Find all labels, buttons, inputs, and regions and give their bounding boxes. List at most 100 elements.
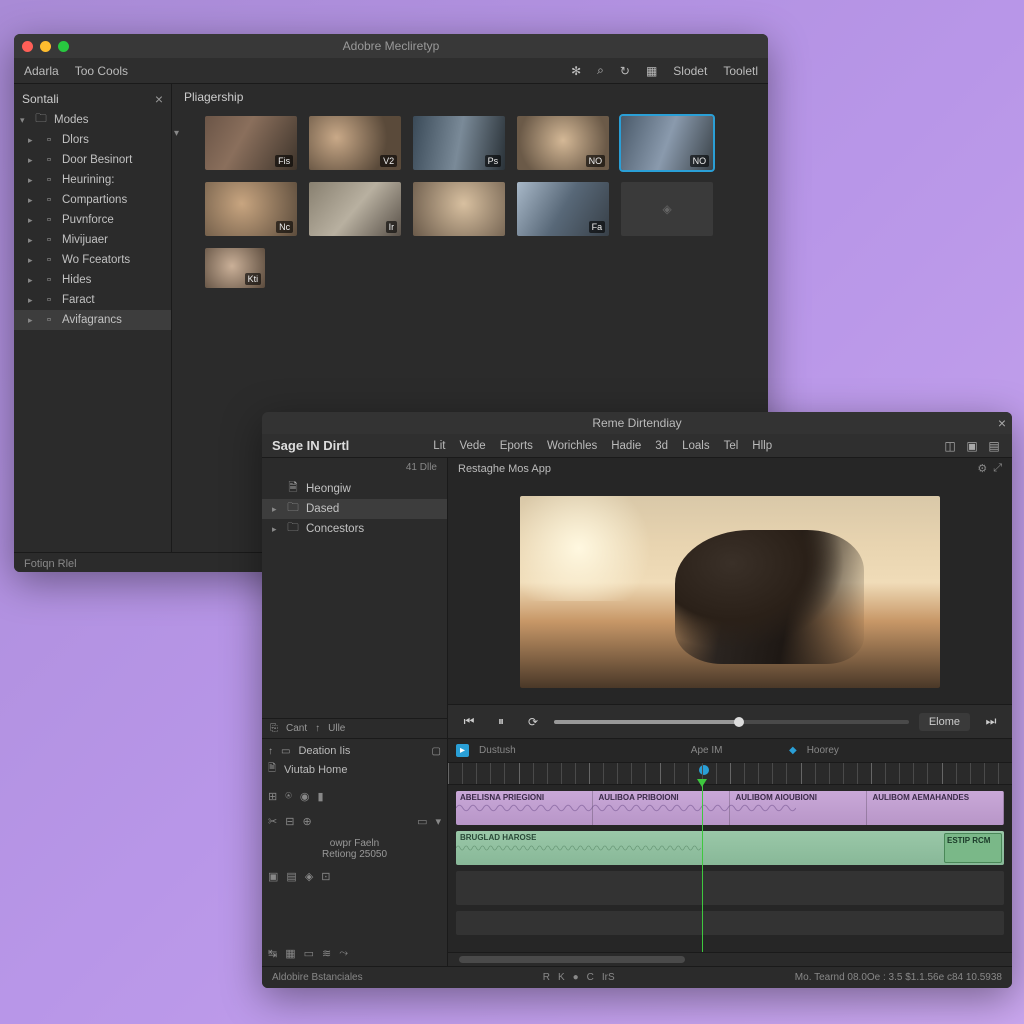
media-thumbnail-5[interactable]: Nc [205,182,297,236]
disclosure-triangle-icon[interactable]: ▸ [28,175,36,186]
track-settings-icon[interactable]: ▾ [435,815,441,828]
home-icon[interactable]: 🗎 [268,761,276,778]
sidebar-item-7[interactable]: ▸▫Hides [14,270,171,290]
disclosure-triangle-icon[interactable]: ▸ [28,275,36,286]
media-thumbnail-1[interactable]: V2 [309,116,401,170]
close-window-button[interactable] [22,41,33,52]
sidebar-item-6[interactable]: ▸▫Wo Fceatorts [14,250,171,270]
tl-marker-icon[interactable]: ▸ [456,744,469,757]
status-button-4[interactable]: IrS [602,972,615,983]
toolbar-tab-1[interactable]: Adarla [24,64,59,78]
arrow-up-icon[interactable]: ↑ [268,746,273,757]
media-thumbnail-4[interactable]: NO [621,116,713,170]
snap-icon[interactable]: ⊟ [285,815,294,828]
loop-button[interactable]: ⟳ [522,711,544,733]
settings-icon[interactable]: ▤ [986,438,1002,454]
time-ruler[interactable] [448,763,1012,785]
left-bottom-b[interactable]: Ulle [328,723,345,734]
eye-icon[interactable]: ◉ [300,790,310,803]
sidebar-item-9[interactable]: ▸▫Avifagrancs [14,310,171,330]
collapse-thumbs-icon[interactable]: ▾ [172,110,181,294]
expand-icon[interactable]: ⤢ [993,462,1002,475]
menu-vede[interactable]: Vede [459,440,485,452]
menu-hllp[interactable]: Hllp [752,440,772,452]
btm-icon-3[interactable]: ▭ [304,947,314,960]
btm-icon-1[interactable]: ↹ [268,947,277,960]
empty-track-2[interactable] [456,911,1004,935]
tool-icon-2[interactable]: ▤ [286,870,296,883]
settings-icon[interactable]: ⚙ [977,462,987,475]
disclosure-triangle-icon[interactable]: ▸ [28,295,36,306]
video-track-1[interactable]: ABELISNA PRIEGIONI AULIBOA PRIBOIONI AUL… [456,791,1004,825]
fx-icon[interactable]: ✂ [268,815,277,828]
playhead[interactable] [702,785,703,952]
toolbar-right-2[interactable]: Tooletl [723,64,758,78]
empty-track-1[interactable] [456,871,1004,905]
tool-icon-4[interactable]: ⊡ [321,870,330,883]
export-button[interactable]: Elome [919,713,970,731]
menu-eports[interactable]: Eports [500,440,533,452]
menu-3d[interactable]: 3d [655,440,668,452]
minimize-window-button[interactable] [40,41,51,52]
project-item-2[interactable]: ▸🗀Concestors [262,519,447,539]
btm-icon-4[interactable]: ≋ [322,947,331,960]
bl-label-2[interactable]: Viutab Home [284,764,347,776]
grid-icon[interactable]: ▦ [646,64,657,78]
media-thumbnail-3[interactable]: NO [517,116,609,170]
track-toggle-icon[interactable]: ▭ [417,815,427,828]
media-thumbnail-0[interactable]: Fis [205,116,297,170]
disclosure-triangle-icon[interactable]: ▸ [28,255,36,266]
video-preview[interactable] [520,496,940,688]
toolbar-tab-2[interactable]: Too Cools [75,64,128,78]
audio-clip-segment[interactable]: ESTIP RCM [944,833,1002,863]
scrub-knob[interactable] [734,717,744,727]
disclosure-triangle-icon[interactable]: ▸ [28,155,36,166]
project-item-1[interactable]: ▸🗀Dased [262,499,447,519]
media-thumbnail-10[interactable]: Kti [205,248,265,288]
disclosure-triangle-icon[interactable]: ▸ [28,195,36,206]
disclosure-triangle-icon[interactable]: ▸ [28,235,36,246]
status-button-2[interactable]: ● [573,972,579,983]
search-icon[interactable]: ⌕ [597,63,604,78]
up-arrow-icon[interactable]: ↑ [315,723,320,734]
titlebar[interactable]: Reme Dirtendiay × [262,412,1012,434]
timeline-scrollbar[interactable] [448,952,1012,966]
tl-marker-2-icon[interactable]: ◆ [789,745,797,756]
media-thumbnail-7[interactable] [413,182,505,236]
disclosure-triangle-icon[interactable]: ▾ [20,115,28,126]
sidebar-item-4[interactable]: ▸▫Puvnforce [14,210,171,230]
btm-icon-2[interactable]: ▦ [285,947,295,960]
tree-root[interactable]: ▾ 🗀 Modes [14,110,171,130]
menu-hadie[interactable]: Hadie [611,440,641,452]
sidebar-item-2[interactable]: ▸▫Heurining: [14,170,171,190]
zoom-icon[interactable]: ⊕ [302,815,311,828]
tl-label-2[interactable]: Ape IM [691,745,723,756]
menu-tel[interactable]: Tel [724,440,739,452]
tool-icon-3[interactable]: ◈ [305,870,313,883]
import-icon[interactable]: ⎘ [270,723,278,734]
close-window-icon[interactable]: × [998,415,1006,431]
tl-label-3[interactable]: Hoorey [807,745,839,756]
status-button-1[interactable]: K [558,972,565,983]
gear-icon[interactable]: ✻ [571,64,581,78]
menu-lit[interactable]: Lit [433,440,445,452]
tl-label-1[interactable]: Dustush [479,745,516,756]
audio-track-1[interactable]: BRUGLAD HAROSE ESTIP RCM [456,831,1004,865]
maximize-window-button[interactable] [58,41,69,52]
workspace-icon[interactable]: ◫ [942,438,958,454]
btm-icon-5[interactable]: ⤳ [339,947,348,960]
sidebar-item-8[interactable]: ▸▫Faract [14,290,171,310]
toolbar-right-1[interactable]: Slodet [673,64,707,78]
disclosure-triangle-icon[interactable]: ▸ [272,504,280,515]
sidebar-item-0[interactable]: ▸▫Dlors [14,130,171,150]
status-button-0[interactable]: R [543,972,550,983]
toggle-icon[interactable]: ⊞ [268,790,277,803]
layout-icon[interactable]: ▣ [964,438,980,454]
disclosure-triangle-icon[interactable]: ▸ [28,215,36,226]
disclosure-triangle-icon[interactable]: ▸ [28,315,36,326]
menu-worichles[interactable]: Worichles [547,440,597,452]
refresh-icon[interactable]: ↻ [620,64,630,78]
sidebar-item-5[interactable]: ▸▫Mivijuaer [14,230,171,250]
marker-icon[interactable]: ▮ [317,790,323,803]
play-pause-button[interactable]: ⏸ [490,711,512,733]
